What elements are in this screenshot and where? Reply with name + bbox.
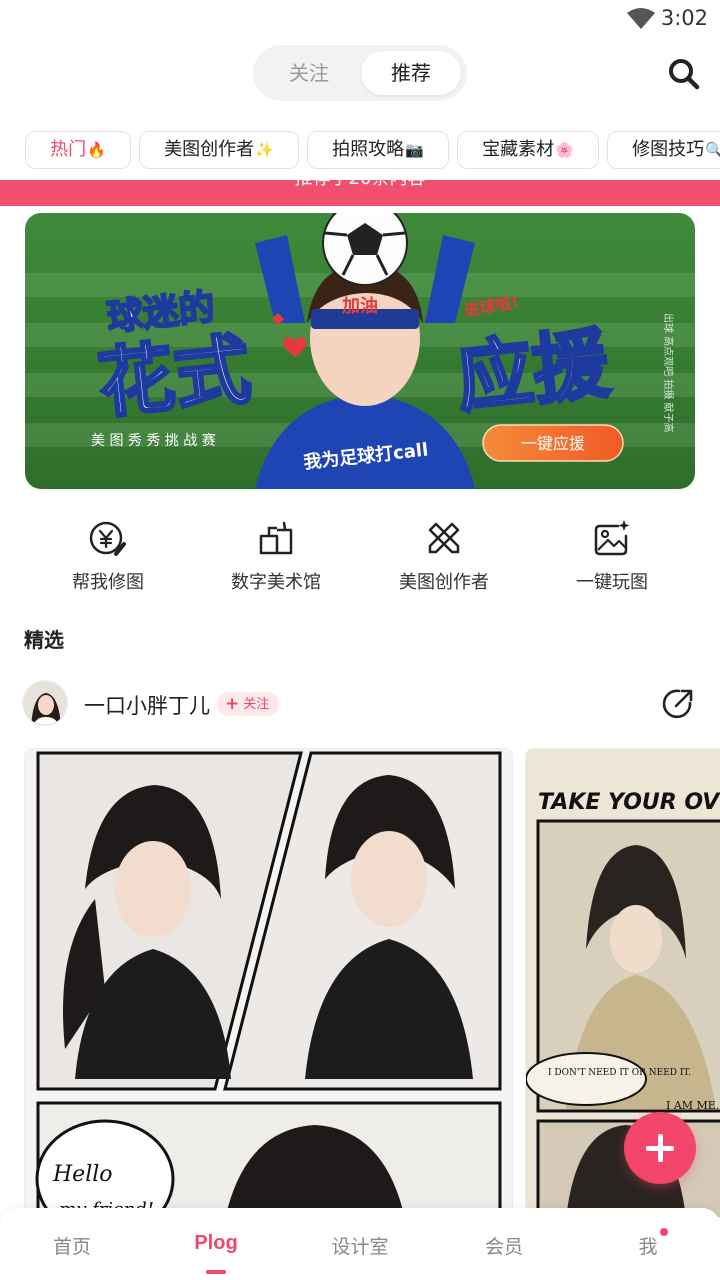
fire-icon: 🔥 [87,141,106,159]
post-author-row: 一口小胖丁儿 + 关注 [0,680,720,730]
card2-bubble: I DON'T NEED IT OR NEED IT. [548,1068,691,1078]
category-chips: 热门🔥 美图创作者✨ 拍照攻略📷 宝藏素材🌸 修图技巧🔍 [0,131,720,169]
feed-tab-switcher: 关注 推荐 [253,45,467,101]
nav-home[interactable]: 首页 [0,1232,144,1259]
section-title: 精选 [24,628,64,652]
quick-action-creator[interactable]: 美图创作者 [364,518,524,594]
banner-headband-text: 加油 [341,295,378,317]
banner-subtitle: 美 图 秀 秀 挑 战 赛 [91,433,216,449]
search-icon[interactable] [664,54,704,94]
quick-action-label: 美图创作者 [399,572,489,593]
card2-caption: I AM ME. [666,1099,719,1112]
post-author-name[interactable]: 一口小胖丁儿 [84,690,210,720]
flower-icon: 🌸 [555,141,574,159]
chip-photo-tips[interactable]: 拍照攻略📷 [307,131,449,169]
plus-icon: + [225,694,240,714]
wifi-icon [627,8,655,29]
banner-cta-label: 一键应援 [521,434,585,453]
nav-design-studio[interactable]: 设计室 [288,1232,432,1259]
yuan-brush-icon [89,521,126,556]
banner-cta-button[interactable]: 一键应援 [482,424,624,462]
nav-membership[interactable]: 会员 [432,1232,576,1259]
avatar[interactable] [22,680,68,726]
notification-dot [660,1228,668,1236]
status-bar: 3:02 [0,0,720,40]
chip-label: 修图技巧 [632,139,705,160]
chip-hot[interactable]: 热门🔥 [25,131,131,169]
magnifier-icon: 🔍 [705,141,720,159]
bottom-nav: 首页 Plog 设计室 会员 我 [0,1208,720,1280]
quick-action-label: 数字美术馆 [231,572,321,593]
create-post-button[interactable] [624,1112,696,1184]
quick-actions: 帮我修图 数字美术馆 美图创作者 一键玩图 [0,518,720,598]
quick-action-edit-for-me[interactable]: 帮我修图 [28,518,188,594]
quick-action-gallery[interactable]: 数字美术馆 [196,518,356,594]
card2-title: TAKE YOUR OV [538,790,720,815]
follow-button[interactable]: + 关注 [217,692,280,716]
quick-action-play-image[interactable]: 一键玩图 [532,518,692,594]
camera-icon: 📷 [405,141,424,159]
banner-title-line3: 应援 [453,318,614,423]
quick-action-label: 一键玩图 [576,572,648,593]
image-sparkle-icon [594,520,630,556]
sparkle-icon: ✨ [255,141,274,159]
nav-me[interactable]: 我 [576,1232,720,1259]
share-icon[interactable] [660,686,696,722]
refresh-notice: 推荐了20条内容 [0,180,720,206]
follow-label: 关注 [243,697,270,712]
chip-label: 宝藏素材 [482,139,555,160]
chip-label: 美图创作者 [164,139,255,160]
chip-label: 热门 [50,139,87,160]
plus-icon-vertical [658,1134,663,1162]
tab-follow[interactable]: 关注 [259,51,359,95]
tab-recommend[interactable]: 推荐 [361,51,461,95]
status-time: 3:02 [660,6,708,30]
refresh-notice-text: 推荐了20条内容 [0,180,720,192]
gallery-box-icon [259,521,293,555]
chip-edit-tips[interactable]: 修图技巧🔍 [607,131,720,169]
banner-title-line2: 花式 [94,324,254,428]
banner-side-text: 出球 高点观吧 拍摄 献子高 [662,313,675,433]
nav-plog[interactable]: Plog [144,1232,288,1255]
chip-materials[interactable]: 宝藏素材🌸 [457,131,599,169]
chip-label: 拍照攻略 [332,139,405,160]
post-image-card[interactable]: Hello my friend! [24,748,513,1218]
chip-creator[interactable]: 美图创作者✨ [139,131,299,169]
quick-action-label: 帮我修图 [72,572,144,593]
header: 关注 推荐 [0,44,720,104]
pencil-ruler-icon [428,522,460,554]
comic-bubble-text: Hello [52,1162,113,1187]
nav-active-indicator [206,1270,226,1274]
promo-banner[interactable]: 加油 球迷的 花式 应援 美 图 秀 秀 挑 战 赛 进球啦! 我为足球打cal… [25,213,695,489]
